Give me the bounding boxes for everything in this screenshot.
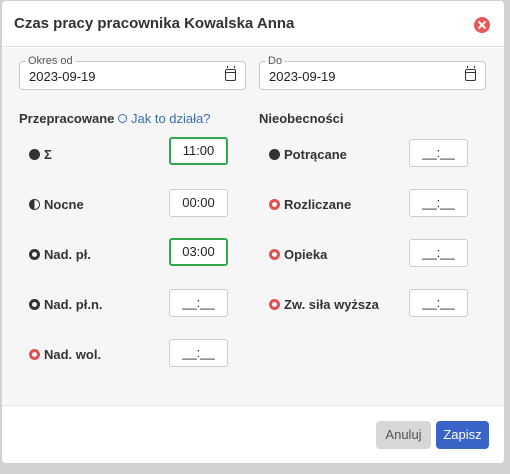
absence-row-settled-label: Rozliczane <box>269 197 351 213</box>
date-from-field[interactable]: Okres od 2023-09-19 <box>19 55 246 90</box>
work-time-dialog: Czas pracy pracownika Kowalska Anna Okre… <box>2 1 504 463</box>
absence-care-input[interactable]: __:__ <box>409 239 468 267</box>
date-to-field[interactable]: Do 2023-09-19 <box>259 55 486 90</box>
worked-sum-input[interactable]: 11:00 <box>169 137 228 165</box>
dialog-body: Okres od 2023-09-19 Do 2023-09-19 Przepr… <box>2 48 504 405</box>
absence-row-force-majeure-label: Zw. siła wyższa <box>269 297 379 313</box>
date-to-value[interactable]: 2023-09-19 <box>269 69 336 84</box>
worked-row-overtime-paid-label: Nad. pł. <box>29 247 91 263</box>
worked-row-sum-label: Σ <box>29 147 52 163</box>
worked-overtime-free-input[interactable]: __:__ <box>169 339 228 367</box>
date-to-label: Do <box>266 55 285 67</box>
gear-icon <box>269 249 280 260</box>
dialog-title: Czas pracy pracownika Kowalska Anna <box>14 15 295 32</box>
help-link[interactable]: Jak to działa? <box>118 111 211 126</box>
worked-night-input[interactable]: 00:00 <box>169 189 228 217</box>
calendar-icon[interactable] <box>225 66 236 81</box>
calendar-icon[interactable] <box>465 66 476 81</box>
worked-row-night-label: Nocne <box>29 197 84 213</box>
worked-overtime-paid-input[interactable]: 03:00 <box>169 238 228 266</box>
absence-deducted-input[interactable]: __:__ <box>409 139 468 167</box>
dialog-footer: Anuluj Zapisz <box>2 405 504 463</box>
half-circle-icon <box>29 199 40 210</box>
absence-row-care-label: Opieka <box>269 247 327 263</box>
worked-row-overtime-free-label: Nad. wol. <box>29 347 101 363</box>
help-link-label[interactable]: Jak to działa? <box>131 111 211 126</box>
gear-icon <box>29 149 40 160</box>
gear-icon <box>269 199 280 210</box>
absences-section-title: Nieobecności <box>259 111 344 126</box>
gear-icon <box>29 349 40 360</box>
gear-icon <box>29 249 40 260</box>
absence-force-majeure-input[interactable]: __:__ <box>409 289 468 317</box>
absence-settled-input[interactable]: __:__ <box>409 189 468 217</box>
dialog-header: Czas pracy pracownika Kowalska Anna <box>2 1 504 47</box>
save-button[interactable]: Zapisz <box>436 421 489 449</box>
gear-icon <box>269 149 280 160</box>
worked-section-title: Przepracowane <box>19 111 115 126</box>
date-from-label: Okres od <box>26 55 75 67</box>
cancel-button[interactable]: Anuluj <box>376 421 431 449</box>
question-circle-icon <box>118 114 127 123</box>
gear-icon <box>269 299 280 310</box>
date-from-value[interactable]: 2023-09-19 <box>29 69 96 84</box>
gear-icon <box>29 299 40 310</box>
absence-row-deducted-label: Potrącane <box>269 147 347 163</box>
close-circle-icon[interactable] <box>474 17 490 33</box>
worked-overtime-paid-n-input[interactable]: __:__ <box>169 289 228 317</box>
worked-row-overtime-paid-n-label: Nad. pł.n. <box>29 297 103 313</box>
